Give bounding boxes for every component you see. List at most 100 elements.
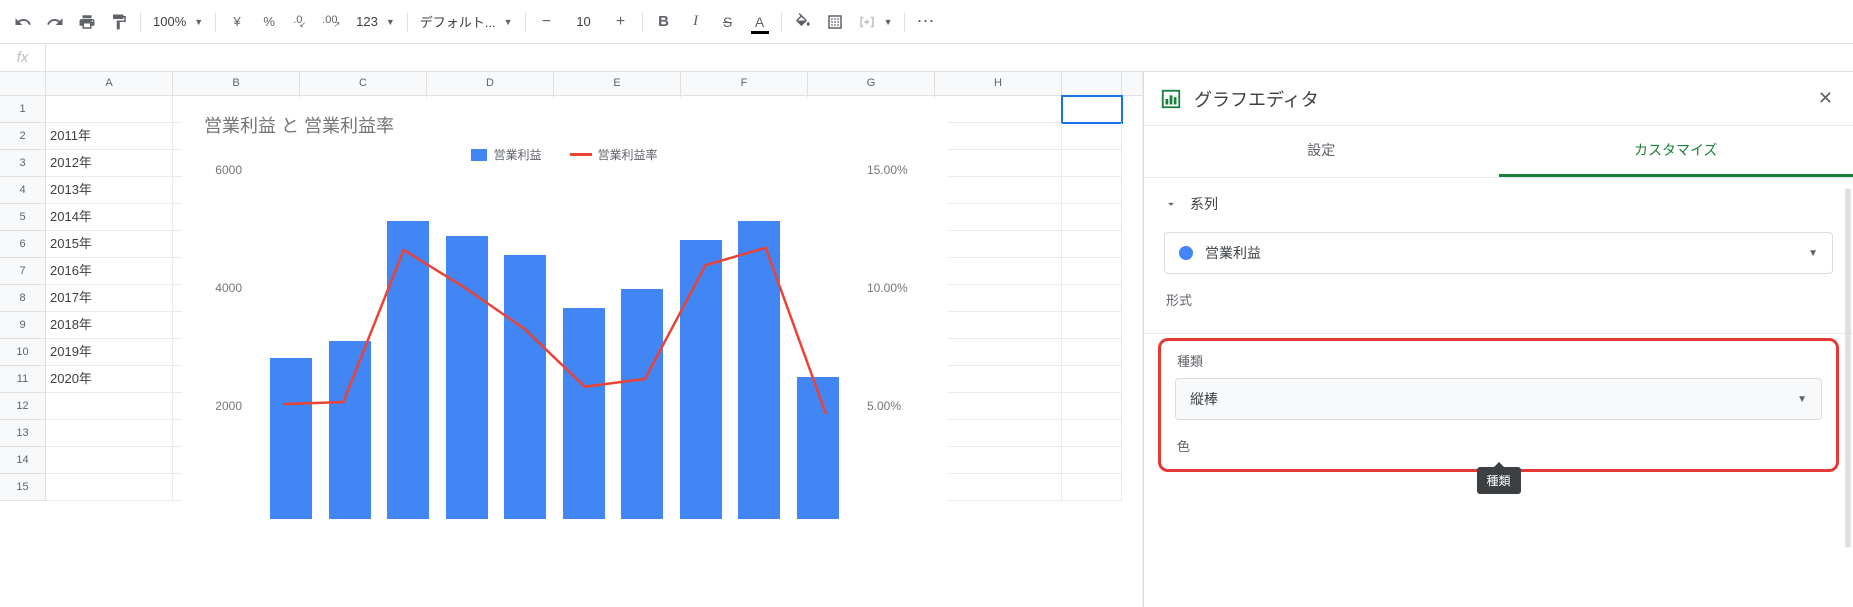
cell[interactable]	[46, 420, 173, 447]
cell[interactable]	[935, 96, 1062, 123]
row-header[interactable]: 9	[0, 312, 46, 339]
cell[interactable]	[935, 231, 1062, 258]
font-size-decrease[interactable]: −	[532, 7, 562, 37]
borders-button[interactable]	[820, 7, 850, 37]
strikethrough-button[interactable]: S	[713, 7, 743, 37]
cell[interactable]	[1062, 420, 1122, 447]
undo-button[interactable]	[8, 7, 38, 37]
cell[interactable]	[1062, 123, 1122, 150]
col-header[interactable]: C	[300, 72, 427, 95]
cell[interactable]	[935, 312, 1062, 339]
col-header[interactable]: F	[681, 72, 808, 95]
paint-format-button[interactable]	[104, 7, 134, 37]
row-header[interactable]: 12	[0, 393, 46, 420]
increase-decimal-button[interactable]: .00↗	[318, 7, 348, 37]
col-header[interactable]: E	[554, 72, 681, 95]
row-header[interactable]: 5	[0, 204, 46, 231]
text-color-button[interactable]: A	[745, 7, 775, 37]
row-header[interactable]: 4	[0, 177, 46, 204]
cell[interactable]	[935, 285, 1062, 312]
cell[interactable]: 2014年	[46, 204, 173, 231]
cell[interactable]	[1062, 96, 1122, 123]
cell[interactable]	[935, 393, 1062, 420]
cell[interactable]	[935, 474, 1062, 501]
cell[interactable]	[1062, 204, 1122, 231]
decrease-decimal-button[interactable]: .0↙	[286, 7, 316, 37]
col-header[interactable]: G	[808, 72, 935, 95]
cell[interactable]	[935, 123, 1062, 150]
cell[interactable]	[1062, 393, 1122, 420]
cell[interactable]	[1062, 258, 1122, 285]
zoom-dropdown[interactable]: 100%▼	[147, 7, 209, 37]
redo-button[interactable]	[40, 7, 70, 37]
cell[interactable]: 2012年	[46, 150, 173, 177]
col-header[interactable]: B	[173, 72, 300, 95]
more-toolbar-button[interactable]: ⋯	[911, 7, 941, 37]
row-header[interactable]: 11	[0, 366, 46, 393]
cell[interactable]	[935, 420, 1062, 447]
cell[interactable]	[1062, 312, 1122, 339]
cell[interactable]	[935, 447, 1062, 474]
formula-input[interactable]	[46, 44, 1853, 71]
merge-cells-button[interactable]: ▼	[852, 7, 899, 37]
percent-button[interactable]: %	[254, 7, 284, 37]
cell[interactable]	[1062, 474, 1122, 501]
row-header[interactable]: 2	[0, 123, 46, 150]
embedded-chart[interactable]: 営業利益 と 営業利益率 営業利益 営業利益率 6000 4000 2000 1…	[182, 98, 947, 598]
cell[interactable]	[1062, 447, 1122, 474]
row-header[interactable]: 7	[0, 258, 46, 285]
cell[interactable]: 2018年	[46, 312, 173, 339]
more-formats-dropdown[interactable]: 123▼	[350, 7, 401, 37]
cell[interactable]	[1062, 231, 1122, 258]
cell[interactable]	[1062, 285, 1122, 312]
cell[interactable]	[46, 447, 173, 474]
sidebar-scrollbar[interactable]	[1845, 188, 1851, 548]
print-button[interactable]	[72, 7, 102, 37]
cell[interactable]	[1062, 177, 1122, 204]
cell[interactable]	[1062, 366, 1122, 393]
font-dropdown[interactable]: デフォルト...▼	[414, 7, 519, 37]
cell[interactable]	[46, 393, 173, 420]
row-header[interactable]: 1	[0, 96, 46, 123]
row-header[interactable]: 10	[0, 339, 46, 366]
cell[interactable]	[1062, 150, 1122, 177]
cell[interactable]: 2011年	[46, 123, 173, 150]
col-header[interactable]	[1062, 72, 1122, 95]
cell[interactable]	[935, 177, 1062, 204]
fill-color-button[interactable]	[788, 7, 818, 37]
close-sidebar-button[interactable]: ✕	[1814, 84, 1837, 113]
cell[interactable]	[1062, 339, 1122, 366]
col-header[interactable]: H	[935, 72, 1062, 95]
tab-customize[interactable]: カスタマイズ	[1499, 126, 1853, 177]
series-type-dropdown[interactable]: 縦棒 ▼	[1175, 378, 1822, 420]
col-header[interactable]: D	[427, 72, 554, 95]
currency-button[interactable]: ¥	[222, 7, 252, 37]
row-header[interactable]: 6	[0, 231, 46, 258]
cell[interactable]	[935, 150, 1062, 177]
select-all-corner[interactable]	[0, 72, 46, 95]
cell[interactable]	[46, 96, 173, 123]
cell[interactable]	[935, 366, 1062, 393]
cell[interactable]: 2019年	[46, 339, 173, 366]
row-header[interactable]: 15	[0, 474, 46, 501]
italic-button[interactable]: I	[681, 7, 711, 37]
cell[interactable]: 2020年	[46, 366, 173, 393]
font-size-increase[interactable]: +	[606, 7, 636, 37]
cell[interactable]: 2015年	[46, 231, 173, 258]
font-size-input[interactable]: 10	[564, 7, 604, 37]
row-header[interactable]: 3	[0, 150, 46, 177]
section-series-toggle[interactable]: 系列	[1164, 194, 1833, 214]
row-header[interactable]: 14	[0, 447, 46, 474]
cell[interactable]: 2013年	[46, 177, 173, 204]
cell[interactable]	[935, 339, 1062, 366]
row-header[interactable]: 13	[0, 420, 46, 447]
cell[interactable]: 2016年	[46, 258, 173, 285]
cell[interactable]	[935, 204, 1062, 231]
bold-button[interactable]: B	[649, 7, 679, 37]
row-header[interactable]: 8	[0, 285, 46, 312]
cell[interactable]	[46, 474, 173, 501]
cell[interactable]	[935, 258, 1062, 285]
series-selector[interactable]: 営業利益 ▼	[1164, 232, 1833, 274]
tab-setup[interactable]: 設定	[1144, 126, 1499, 177]
col-header[interactable]: A	[46, 72, 173, 95]
